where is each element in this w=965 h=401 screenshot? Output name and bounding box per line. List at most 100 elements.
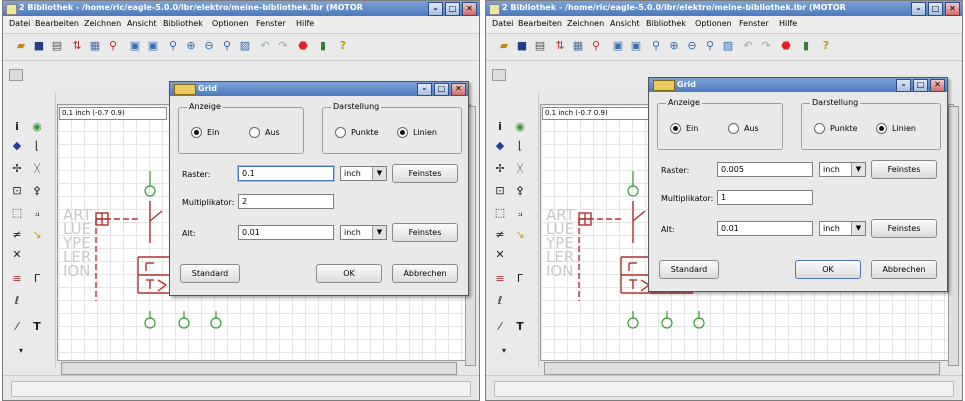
ulp2-icon[interactable]: ▣	[628, 38, 644, 54]
mark-icon[interactable]: ⌊	[512, 138, 528, 154]
window-titlebar[interactable]: 2 Bibliothek - /home/ric/eagle-5.0.0/lbr…	[486, 1, 962, 16]
smash-icon[interactable]: ℓ	[9, 293, 25, 309]
help-icon[interactable]: ?	[335, 38, 351, 54]
radio-ein[interactable]: Ein	[191, 127, 219, 138]
raster-input[interactable]: 0.005	[717, 162, 813, 177]
cam-icon[interactable]: ⚲	[588, 38, 604, 54]
text-icon[interactable]: T	[512, 319, 528, 335]
help-icon[interactable]: ?	[818, 38, 834, 54]
open-icon[interactable]: ▰	[496, 38, 512, 54]
multiplikator-input[interactable]: 2	[238, 194, 334, 209]
mirror-icon[interactable]: ᚷ	[29, 161, 45, 177]
menu-bearbeiten[interactable]: Bearbeiten	[518, 19, 562, 28]
smash-icon[interactable]: ℓ	[492, 293, 508, 309]
standard-button[interactable]: Standard	[659, 260, 719, 279]
menu-datei[interactable]: Datei	[9, 19, 30, 28]
raster-unit-select[interactable]: inch ▼	[819, 162, 866, 177]
zoom-in-icon[interactable]: ⊕	[666, 38, 682, 54]
group-icon[interactable]: ⚴	[512, 183, 528, 199]
radio-linien[interactable]: Linien	[876, 123, 916, 134]
maximize-button[interactable]: □	[445, 2, 460, 16]
move-icon[interactable]: ✢	[492, 161, 508, 177]
standard-button[interactable]: Standard	[180, 264, 240, 283]
menu-bibliothek[interactable]: Bibliothek	[646, 19, 686, 28]
menu-optionen[interactable]: Optionen	[695, 19, 732, 28]
alt-input[interactable]: 0.01	[717, 221, 813, 236]
radio-punkte[interactable]: Punkte	[814, 123, 858, 134]
value-icon[interactable]: Γ	[512, 271, 528, 287]
wire-icon[interactable]: ⁄	[9, 319, 25, 335]
dialog-titlebar[interactable]: Grid – □ ✕	[170, 82, 468, 96]
zoom-in-icon[interactable]: ⊕	[183, 38, 199, 54]
change-icon[interactable]: ≠	[9, 227, 25, 243]
radio-aus[interactable]: Aus	[728, 123, 759, 134]
go-icon[interactable]: ▮	[315, 38, 331, 54]
minimize-button[interactable]: –	[911, 2, 926, 16]
show-icon[interactable]: ◉	[29, 119, 45, 135]
dialog-maximize-button[interactable]: □	[913, 79, 928, 92]
alt-unit-select[interactable]: inch ▼	[819, 221, 866, 236]
horizontal-scrollbar[interactable]	[544, 362, 940, 375]
abbrechen-button[interactable]: Abbrechen	[392, 264, 458, 283]
menu-hilfe[interactable]: Hilfe	[296, 19, 314, 28]
alt-unit-select[interactable]: inch ▼	[340, 225, 387, 240]
open-icon[interactable]: ▰	[13, 38, 29, 54]
ulp-icon[interactable]: ▣	[127, 38, 143, 54]
menu-ansicht[interactable]: Ansicht	[610, 19, 640, 28]
menu-fenster[interactable]: Fenster	[739, 19, 769, 28]
paste-icon[interactable]: ⟓	[29, 205, 45, 221]
mirror-icon[interactable]: ᚷ	[512, 161, 528, 177]
go-icon[interactable]: ▮	[798, 38, 814, 54]
display-icon[interactable]: ◆	[492, 138, 508, 154]
zoom-fit-icon[interactable]: ⚲	[648, 38, 664, 54]
menu-bibliothek[interactable]: Bibliothek	[163, 19, 203, 28]
menu-zeichnen[interactable]: Zeichnen	[84, 19, 121, 28]
abbrechen-button[interactable]: Abbrechen	[871, 260, 937, 279]
menu-hilfe[interactable]: Hilfe	[779, 19, 797, 28]
multiplikator-input[interactable]: 1	[717, 190, 813, 205]
zoom-fit-icon[interactable]: ⚲	[165, 38, 181, 54]
save-icon[interactable]: ■	[514, 38, 530, 54]
zoom-out-icon[interactable]: ⊖	[201, 38, 217, 54]
raster-input[interactable]: 0.1	[238, 166, 334, 181]
info-icon[interactable]: i	[492, 119, 508, 135]
ok-button[interactable]: OK	[316, 264, 382, 283]
ok-button[interactable]: OK	[795, 260, 861, 279]
dialog-titlebar[interactable]: Grid – □ ✕	[649, 78, 947, 92]
alt-input[interactable]: 0.01	[238, 225, 334, 240]
save-icon[interactable]: ■	[31, 38, 47, 54]
name-icon[interactable]: ≡	[492, 271, 508, 287]
print-icon[interactable]: ▤	[532, 38, 548, 54]
print-icon[interactable]: ▤	[49, 38, 65, 54]
feinstes-alt-button[interactable]: Feinstes	[871, 219, 937, 238]
zoom-redraw-icon[interactable]: ⚲	[702, 38, 718, 54]
menu-zeichnen[interactable]: Zeichnen	[567, 19, 604, 28]
horizontal-scrollbar[interactable]	[61, 362, 457, 375]
change-icon[interactable]: ≠	[492, 227, 508, 243]
dialog-close-button[interactable]: ✕	[451, 83, 466, 96]
cam-icon[interactable]: ⚲	[105, 38, 121, 54]
menu-datei[interactable]: Datei	[492, 19, 513, 28]
show-icon[interactable]: ◉	[512, 119, 528, 135]
expand-tools-icon[interactable]: ▾	[496, 343, 512, 359]
raster-unit-select[interactable]: inch ▼	[340, 166, 387, 181]
group-icon[interactable]: ⚴	[29, 183, 45, 199]
vertical-scrollbar[interactable]	[948, 106, 959, 366]
menu-optionen[interactable]: Optionen	[212, 19, 249, 28]
display-icon[interactable]: ◆	[9, 138, 25, 154]
script-icon[interactable]: ⇅	[69, 38, 85, 54]
stop-icon[interactable]: ⬣	[778, 38, 794, 54]
stop-icon[interactable]: ⬣	[295, 38, 311, 54]
radio-ein[interactable]: Ein	[670, 123, 698, 134]
copy-icon[interactable]: ⬚	[9, 205, 25, 221]
dialog-close-button[interactable]: ✕	[930, 79, 945, 92]
undo-icon[interactable]: ↶	[740, 38, 756, 54]
info-icon[interactable]: i	[9, 119, 25, 135]
zoom-redraw-icon[interactable]: ⚲	[219, 38, 235, 54]
radio-aus[interactable]: Aus	[249, 127, 280, 138]
feinstes-raster-button[interactable]: Feinstes	[392, 164, 458, 183]
wire-icon[interactable]: ⁄	[492, 319, 508, 335]
zoom-out-icon[interactable]: ⊖	[684, 38, 700, 54]
copy-icon[interactable]: ⬚	[492, 205, 508, 221]
feinstes-alt-button[interactable]: Feinstes	[392, 223, 458, 242]
